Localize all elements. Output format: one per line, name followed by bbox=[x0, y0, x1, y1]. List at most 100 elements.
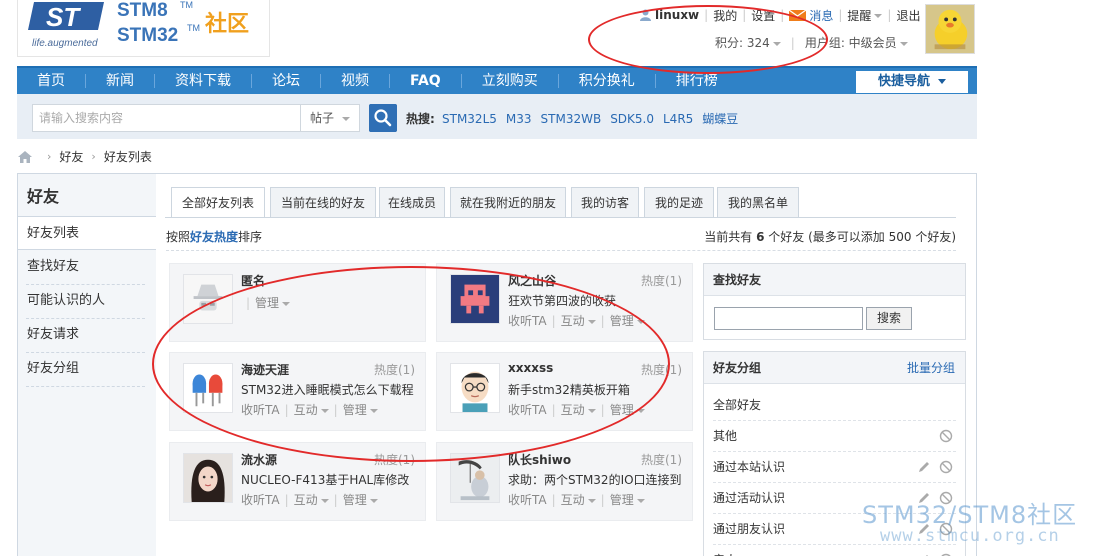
friend-latest-post[interactable]: 求助：两个STM32的IO口连接到 bbox=[508, 471, 688, 488]
friend-latest-post[interactable]: STM32进入睡眠模式怎么下载程 bbox=[241, 381, 421, 398]
hot-link[interactable]: M33 bbox=[506, 112, 532, 126]
breadcrumb-friends[interactable]: 好友 bbox=[59, 148, 83, 165]
friend-avatar[interactable] bbox=[450, 274, 500, 324]
manage-menu[interactable]: 管理 bbox=[343, 403, 378, 417]
tab-my-footprints[interactable]: 我的足迹 bbox=[644, 187, 714, 217]
group-item[interactable]: 亲人 bbox=[713, 545, 956, 556]
batch-group-link[interactable]: 批量分组 bbox=[907, 352, 955, 384]
messages-link[interactable]: 消息 bbox=[809, 7, 833, 24]
group-item-all[interactable]: 全部好友 bbox=[713, 390, 956, 421]
tab-my-visitors[interactable]: 我的访客 bbox=[571, 187, 639, 217]
search-button[interactable] bbox=[369, 104, 397, 132]
interact-menu[interactable]: 互动 bbox=[294, 493, 329, 507]
hot-link[interactable]: SDK5.0 bbox=[610, 112, 654, 126]
user-avatar[interactable] bbox=[925, 4, 975, 54]
nav-item-news[interactable]: 新闻 bbox=[86, 68, 154, 94]
reminders-menu[interactable]: 提醒 bbox=[847, 7, 883, 24]
manage-menu[interactable]: 管理 bbox=[255, 296, 291, 310]
follow-link[interactable]: 收听TA bbox=[508, 314, 547, 328]
follow-link[interactable]: 收听TA bbox=[241, 403, 280, 417]
nav-item-buy[interactable]: 立刻购买 bbox=[462, 68, 558, 94]
hot-link[interactable]: STM32L5 bbox=[442, 112, 497, 126]
group-item[interactable]: 其他 bbox=[713, 421, 956, 452]
sidebar-item-friend-requests[interactable]: 好友请求 bbox=[18, 318, 156, 352]
find-friend-button[interactable]: 搜索 bbox=[866, 307, 912, 330]
chevron-down-icon bbox=[899, 41, 908, 46]
follow-link[interactable]: 收听TA bbox=[241, 493, 280, 507]
nav-item-home[interactable]: 首页 bbox=[17, 68, 85, 94]
block-icon[interactable] bbox=[939, 429, 953, 443]
friend-actions: | 管理 bbox=[241, 294, 291, 311]
sidebar-item-find-friends[interactable]: 查找好友 bbox=[18, 250, 156, 284]
manage-menu[interactable]: 管理 bbox=[610, 403, 645, 417]
sidebar-item-friend-list[interactable]: 好友列表 bbox=[18, 216, 156, 250]
interact-menu[interactable]: 互动 bbox=[294, 403, 329, 417]
manage-menu[interactable]: 管理 bbox=[610, 314, 645, 328]
logo-trademark: TM bbox=[187, 23, 200, 33]
nav-item-video[interactable]: 视频 bbox=[321, 68, 389, 94]
interact-menu[interactable]: 互动 bbox=[561, 314, 596, 328]
friend-name[interactable]: 风之山谷 bbox=[508, 272, 556, 289]
tab-online-members[interactable]: 在线成员 bbox=[379, 187, 445, 217]
follow-link[interactable]: 收听TA bbox=[508, 493, 547, 507]
divider bbox=[26, 386, 145, 387]
friend-name[interactable]: 流水源 bbox=[241, 451, 277, 468]
friend-name[interactable]: 海迹天涯 bbox=[241, 361, 289, 378]
friend-avatar[interactable] bbox=[450, 363, 500, 413]
pencil-icon[interactable] bbox=[917, 460, 931, 474]
friend-name[interactable]: xxxxss bbox=[508, 361, 553, 375]
points-menu[interactable]: 积分: 324 bbox=[715, 34, 781, 51]
group-item[interactable]: 通过本站认识 bbox=[713, 452, 956, 483]
block-icon[interactable] bbox=[939, 460, 953, 474]
search-type-select[interactable]: 帖子 bbox=[300, 104, 360, 132]
hot-link[interactable]: L4R5 bbox=[663, 112, 693, 126]
my-menu[interactable]: 我的 bbox=[713, 7, 737, 24]
friend-card: 流水源 热度(1) NUCLEO-F413基于HAL库修改 收听TA | 互动 | 管理 bbox=[169, 442, 426, 521]
settings-link[interactable]: 设置 bbox=[751, 7, 775, 24]
quick-nav-button[interactable]: 快捷导航 bbox=[856, 71, 968, 93]
username-link[interactable]: linuxw bbox=[655, 8, 699, 22]
friend-avatar[interactable] bbox=[183, 363, 233, 413]
nav-item-ranking[interactable]: 排行榜 bbox=[656, 68, 738, 94]
breadcrumb-friend-list[interactable]: 好友列表 bbox=[104, 148, 152, 165]
logout-link[interactable]: 退出 bbox=[896, 7, 920, 24]
interact-menu[interactable]: 互动 bbox=[561, 493, 596, 507]
interact-menu[interactable]: 互动 bbox=[561, 403, 596, 417]
hot-search-links: STM32L5 M33 STM32WB SDK5.0 L4R5 蝴蝶豆 bbox=[442, 110, 747, 127]
tab-blacklist[interactable]: 我的黑名单 bbox=[717, 187, 799, 217]
nav-item-forum[interactable]: 论坛 bbox=[252, 68, 320, 94]
friend-latest-post[interactable]: 新手stm32精英板开箱 bbox=[508, 381, 688, 398]
friend-name[interactable]: 队长shiwo bbox=[508, 451, 571, 468]
friend-latest-post[interactable]: NUCLEO-F413基于HAL库修改 bbox=[241, 471, 421, 488]
chevron-down-icon bbox=[636, 498, 645, 503]
friend-avatar[interactable] bbox=[183, 453, 233, 503]
manage-label: 管理 bbox=[609, 493, 634, 507]
manage-menu[interactable]: 管理 bbox=[610, 493, 645, 507]
separator: | bbox=[246, 296, 251, 310]
friend-name[interactable]: 匿名 bbox=[241, 272, 265, 289]
group-item-label: 通过本站认识 bbox=[713, 460, 786, 474]
sort-key[interactable]: 好友热度 bbox=[190, 230, 238, 244]
friend-avatar[interactable] bbox=[450, 453, 500, 503]
find-friend-input[interactable] bbox=[714, 307, 863, 330]
separator: | bbox=[551, 493, 556, 507]
follow-link[interactable]: 收听TA bbox=[508, 403, 547, 417]
separator: | bbox=[838, 8, 843, 22]
nav-item-downloads[interactable]: 资料下载 bbox=[155, 68, 251, 94]
friend-latest-post[interactable]: 狂欢节第四波的收获 bbox=[508, 292, 688, 309]
manage-menu[interactable]: 管理 bbox=[343, 493, 378, 507]
st-logo-icon: ST bbox=[28, 2, 104, 32]
sidebar-item-people-you-may-know[interactable]: 可能认识的人 bbox=[18, 284, 156, 318]
tab-online-friends[interactable]: 当前在线的好友 bbox=[270, 187, 376, 217]
nav-item-rewards[interactable]: 积分换礼 bbox=[559, 68, 655, 94]
tab-nearby-friends[interactable]: 就在我附近的朋友 bbox=[450, 187, 566, 217]
search-input[interactable]: 请输入搜索内容 bbox=[32, 104, 300, 132]
home-icon[interactable] bbox=[18, 150, 32, 163]
tab-all-friends[interactable]: 全部好友列表 bbox=[171, 187, 265, 218]
friend-avatar[interactable] bbox=[183, 274, 233, 324]
user-group-menu[interactable]: 用户组: 中级会员 bbox=[805, 34, 908, 51]
nav-item-faq[interactable]: FAQ bbox=[390, 68, 461, 94]
hot-link[interactable]: STM32WB bbox=[541, 112, 602, 126]
sidebar-item-friend-groups[interactable]: 好友分组 bbox=[18, 352, 156, 386]
hot-link[interactable]: 蝴蝶豆 bbox=[702, 112, 738, 126]
